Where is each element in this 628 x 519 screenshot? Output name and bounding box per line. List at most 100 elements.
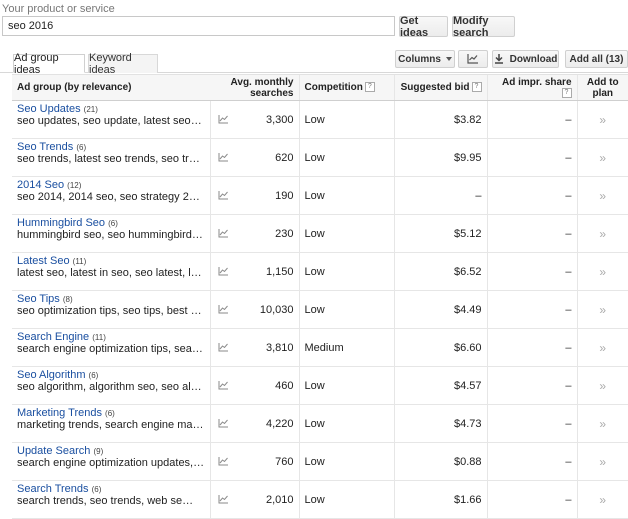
trend-cell[interactable] [209, 100, 236, 139]
suggested-bid-cell: $4.57 [393, 366, 487, 405]
suggested-bid-cell: – [393, 176, 487, 215]
table-header: Ad group (by relevance) Avg. monthly sea… [12, 74, 628, 101]
help-icon[interactable]: ? [561, 87, 572, 98]
line-chart-icon [218, 381, 228, 390]
competition-cell: Low [298, 290, 394, 329]
download-button[interactable]: Download [492, 50, 559, 68]
header-ad-group[interactable]: Ad group (by relevance) [12, 74, 210, 101]
competition-cell: Low [298, 404, 394, 443]
add-to-plan-button[interactable]: » [576, 366, 628, 405]
help-icon[interactable]: ? [364, 82, 375, 93]
header-ad-group-label: Ad group (by relevance) [17, 82, 132, 93]
trend-cell[interactable] [209, 252, 236, 291]
trend-cell[interactable] [209, 404, 236, 443]
header-impr-share[interactable]: Ad impr. share? [486, 74, 577, 101]
table-row: Seo Tips (8) seo optimization tips, seo … [12, 290, 628, 329]
ad-group-cell: Seo Tips (8) seo optimization tips, seo … [12, 290, 210, 329]
header-competition[interactable]: Competition? [298, 74, 394, 101]
ad-group-table: Ad group (by relevance) Avg. monthly sea… [12, 74, 628, 519]
line-chart-icon [218, 153, 228, 162]
add-all-button[interactable]: Add all (13) [565, 50, 628, 68]
trend-cell[interactable] [209, 290, 236, 329]
ad-group-name-link[interactable]: Hummingbird Seo [17, 217, 105, 229]
impr-share-cell: – [486, 100, 577, 139]
header-searches[interactable]: Avg. monthly searches [210, 74, 299, 101]
caret-down-icon [445, 57, 452, 61]
ad-group-name-link[interactable]: Search Engine [17, 331, 89, 343]
table-row: Search Trends (6) search trends, seo tre… [12, 480, 628, 519]
add-to-plan-button[interactable]: » [576, 214, 628, 253]
ad-group-cell: Latest Seo (11) latest seo, latest in se… [12, 252, 210, 291]
impr-share-cell: – [486, 176, 577, 215]
double-chevron-right-icon: » [599, 302, 607, 317]
download-label: Download [509, 53, 558, 65]
add-to-plan-button[interactable]: » [576, 176, 628, 215]
ad-group-cell: Search Trends (6) search trends, seo tre… [12, 480, 210, 519]
searches-cell: 10,030 [236, 290, 299, 329]
tab-keyword-ideas[interactable]: Keyword ideas [88, 52, 158, 76]
suggested-bid-cell: $1.66 [393, 480, 487, 519]
impr-share-cell: – [486, 328, 577, 367]
chart-toggle-button[interactable] [458, 50, 488, 68]
ad-group-cell: 2014 Seo (12) seo 2014, 2014 seo, seo st… [12, 176, 210, 215]
table-row: Latest Seo (11) latest seo, latest in se… [12, 252, 628, 291]
table-row: Seo Trends (6) seo trends, latest seo tr… [12, 138, 628, 177]
line-chart-icon [218, 229, 228, 238]
ad-group-cell: Hummingbird Seo (6) hummingbird seo, seo… [12, 214, 210, 253]
searches-cell: 1,150 [236, 252, 299, 291]
trend-cell[interactable] [209, 366, 236, 405]
ad-group-cell: Seo Algorithm (6) seo algorithm, algorit… [12, 366, 210, 405]
add-to-plan-button[interactable]: » [576, 328, 628, 367]
ad-group-name-link[interactable]: Seo Updates [17, 103, 81, 115]
add-to-plan-button[interactable]: » [576, 138, 628, 177]
trend-cell[interactable] [209, 480, 236, 519]
add-to-plan-button[interactable]: » [576, 100, 628, 139]
add-to-plan-button[interactable]: » [576, 290, 628, 329]
header-suggested-bid[interactable]: Suggested bid? [393, 74, 487, 101]
columns-button[interactable]: Columns [395, 50, 455, 68]
modify-search-button[interactable]: Modify search [452, 15, 515, 39]
double-chevron-right-icon: » [599, 112, 607, 127]
competition-cell: Low [298, 176, 394, 215]
help-icon[interactable]: ? [471, 82, 482, 93]
ad-group-name-link[interactable]: Seo Trends [17, 141, 73, 153]
impr-share-cell: – [486, 404, 577, 443]
ad-group-name-link[interactable]: Seo Tips [17, 293, 60, 305]
impr-share-cell: – [486, 480, 577, 519]
get-ideas-button[interactable]: Get ideas [399, 15, 448, 39]
trend-cell[interactable] [209, 176, 236, 215]
ad-group-name-link[interactable]: Marketing Trends [17, 407, 102, 419]
product-search-input[interactable] [2, 16, 395, 36]
competition-cell: Low [298, 214, 394, 253]
ad-group-name-link[interactable]: Latest Seo [17, 255, 70, 267]
competition-cell: Low [298, 100, 394, 139]
suggested-bid-cell: $3.82 [393, 100, 487, 139]
suggested-bid-cell: $9.95 [393, 138, 487, 177]
trend-cell[interactable] [209, 138, 236, 177]
impr-share-cell: – [486, 366, 577, 405]
ad-group-cell: Marketing Trends (6) marketing trends, s… [12, 404, 210, 443]
trend-cell[interactable] [209, 214, 236, 253]
ad-group-name-link[interactable]: Search Trends [17, 483, 89, 495]
ad-group-name-link[interactable]: Update Search [17, 445, 90, 457]
product-label: Your product or service [2, 3, 115, 15]
add-to-plan-button[interactable]: » [576, 252, 628, 291]
add-to-plan-button[interactable]: » [576, 404, 628, 443]
searches-cell: 230 [236, 214, 299, 253]
tab-ad-group-ideas[interactable]: Ad group ideas [13, 52, 85, 76]
competition-cell: Low [298, 252, 394, 291]
suggested-bid-cell: $4.73 [393, 404, 487, 443]
ad-group-keywords: search engine optimization tips, search … [17, 343, 205, 355]
trend-cell[interactable] [209, 328, 236, 367]
table-row: 2014 Seo (12) seo 2014, 2014 seo, seo st… [12, 176, 628, 215]
ad-group-keyword-count: (12) [67, 181, 82, 190]
ad-group-cell: Seo Trends (6) seo trends, latest seo tr… [12, 138, 210, 177]
add-to-plan-button[interactable]: » [576, 480, 628, 519]
line-chart-icon [467, 54, 478, 64]
ad-group-keywords: seo optimization tips, seo tips, best se… [17, 305, 205, 317]
double-chevron-right-icon: » [599, 454, 607, 469]
header-add-label: Add to plan [586, 76, 619, 99]
ad-group-name-link[interactable]: Seo Algorithm [17, 369, 85, 381]
table-row: Hummingbird Seo (6) hummingbird seo, seo… [12, 214, 628, 253]
ad-group-name-link[interactable]: 2014 Seo [17, 179, 64, 191]
